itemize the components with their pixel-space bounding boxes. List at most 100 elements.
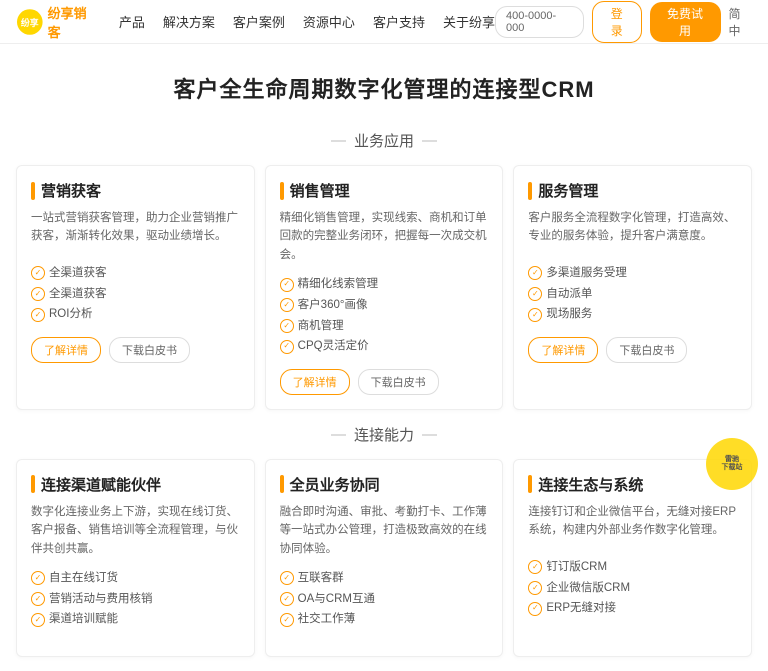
feature-item: OA与CRM互通 — [280, 589, 489, 610]
card-marketing-actions: 了解详情 下载白皮书 — [31, 337, 240, 363]
card-icon-bar — [280, 182, 284, 200]
card-channel-title: 连接渠道赋能伙伴 — [41, 474, 161, 495]
nav-menu: 产品 解决方案 客户案例 资源中心 客户支持 关于纷享 — [119, 12, 495, 31]
feature-item: 自动派单 — [528, 284, 737, 305]
nav-item-about[interactable]: 关于纷享 — [443, 12, 495, 31]
card-marketing-header: 营销获客 — [31, 180, 240, 201]
nav-phone: 400-0000-000 — [495, 6, 584, 38]
card-service-actions: 了解详情 下载白皮书 — [528, 337, 737, 363]
feature-item: CPQ灵活定价 — [280, 336, 489, 357]
feature-item: 精细化线索管理 — [280, 274, 489, 295]
whitepaper-button[interactable]: 下载白皮书 — [606, 337, 687, 363]
section1-title: 业务应用 — [0, 130, 768, 151]
feature-item: 商机管理 — [280, 316, 489, 337]
section1-title-text: 业务应用 — [354, 130, 414, 151]
card-collab: 全员业务协同 融合即时沟通、审批、考勤打卡、工作薄等一站式办公管理，打造极致高效… — [265, 459, 504, 657]
check-icon — [31, 287, 45, 301]
card-service-features: 多渠道服务受理 自动派单 现场服务 — [528, 263, 737, 325]
hero-section: 客户全生命周期数字化管理的连接型CRM — [0, 44, 768, 120]
detail-button[interactable]: 了解详情 — [31, 337, 101, 363]
watermark-badge: 雷驰下载站 — [706, 438, 758, 490]
logo-text: 纷享销客 — [48, 3, 99, 41]
card-collab-features: 互联客群 OA与CRM互通 社交工作薄 — [280, 568, 489, 630]
feature-item: 社交工作薄 — [280, 609, 489, 630]
feature-item: 企业微信版CRM — [528, 578, 737, 599]
card-icon-bar — [528, 475, 532, 493]
card-channel-desc: 数字化连接业务上下游，实现在线订货、客户报备、销售培训等全流程管理，与伙伴共创共… — [31, 503, 240, 558]
check-icon — [280, 340, 294, 354]
trial-button[interactable]: 免费试用 — [650, 2, 721, 42]
detail-button[interactable]: 了解详情 — [280, 369, 350, 395]
nav-item-resources[interactable]: 资源中心 — [303, 12, 355, 31]
nav-item-solution[interactable]: 解决方案 — [163, 12, 215, 31]
card-service-header: 服务管理 — [528, 180, 737, 201]
feature-item: 客户360°画像 — [280, 295, 489, 316]
card-icon-bar — [280, 475, 284, 493]
check-icon — [280, 278, 294, 292]
card-sales-features: 精细化线索管理 客户360°画像 商机管理 CPQ灵活定价 — [280, 274, 489, 357]
card-marketing: 营销获客 一站式营销获客管理，助力企业营销推广获客，渐渐转化效果，驱动业绩增长。… — [16, 165, 255, 410]
check-icon — [528, 602, 542, 616]
feature-item: 钉订版CRM — [528, 557, 737, 578]
card-marketing-desc: 一站式营销获客管理，助力企业营销推广获客，渐渐转化效果，驱动业绩增长。 — [31, 209, 240, 253]
card-sales-actions: 了解详情 下载白皮书 — [280, 369, 489, 395]
card-sales-header: 销售管理 — [280, 180, 489, 201]
card-channel-features: 自主在线订货 营销活动与费用核销 渠道培训赋能 — [31, 568, 240, 630]
feature-item: 渠道培训赋能 — [31, 609, 240, 630]
feature-item: 自主在线订货 — [31, 568, 240, 589]
whitepaper-button[interactable]: 下载白皮书 — [358, 369, 439, 395]
section2-title: 连接能力 — [0, 424, 768, 445]
card-ecosystem-features: 钉订版CRM 企业微信版CRM ERP无缝对接 — [528, 557, 737, 619]
nav-item-support[interactable]: 客户支持 — [373, 12, 425, 31]
check-icon — [528, 266, 542, 280]
logo-icon: 纷享 — [16, 8, 44, 36]
card-collab-desc: 融合即时沟通、审批、考勤打卡、工作薄等一站式办公管理，打造极致高效的在线协同体验… — [280, 503, 489, 558]
whitepaper-button[interactable]: 下载白皮书 — [109, 337, 190, 363]
check-icon — [31, 308, 45, 322]
check-icon — [528, 287, 542, 301]
check-icon — [31, 266, 45, 280]
feature-item: 互联客群 — [280, 568, 489, 589]
card-icon-bar — [31, 182, 35, 200]
check-icon — [280, 319, 294, 333]
card-marketing-features: 全渠道获客 全渠道获客 ROI分析 — [31, 263, 240, 325]
section2-title-text: 连接能力 — [354, 424, 414, 445]
feature-item: 营销活动与费用核销 — [31, 589, 240, 610]
nav-item-cases[interactable]: 客户案例 — [233, 12, 285, 31]
feature-item: ROI分析 — [31, 304, 240, 325]
cards-row2: 连接渠道赋能伙伴 数字化连接业务上下游，实现在线订货、客户报备、销售培训等全流程… — [0, 459, 768, 657]
cards-row1: 营销获客 一站式营销获客管理，助力企业营销推广获客，渐渐转化效果，驱动业绩增长。… — [0, 165, 768, 410]
card-collab-title: 全员业务协同 — [290, 474, 380, 495]
card-sales-desc: 精细化销售管理，实现线索、商机和订单回款的完整业务闭环，把握每一次成交机会。 — [280, 209, 489, 264]
card-channel-header: 连接渠道赋能伙伴 — [31, 474, 240, 495]
card-service-desc: 客户服务全流程数字化管理，打造高效、专业的服务体验，提升客户满意度。 — [528, 209, 737, 253]
svg-text:纷享: 纷享 — [21, 16, 39, 27]
feature-item: 现场服务 — [528, 304, 737, 325]
feature-item: 全渠道获客 — [31, 284, 240, 305]
feature-item: 全渠道获客 — [31, 263, 240, 284]
check-icon — [31, 613, 45, 627]
check-icon — [31, 571, 45, 585]
language-selector[interactable]: 简中 — [729, 5, 753, 39]
check-icon — [280, 298, 294, 312]
check-icon — [528, 560, 542, 574]
hero-title: 客户全生命周期数字化管理的连接型CRM — [0, 72, 768, 104]
logo[interactable]: 纷享 纷享销客 — [16, 3, 99, 41]
card-ecosystem-desc: 连接钉订和企业微信平台，无缝对接ERP系统，构建内外部业务作数字化管理。 — [528, 503, 737, 547]
card-channel: 连接渠道赋能伙伴 数字化连接业务上下游，实现在线订货、客户报备、销售培训等全流程… — [16, 459, 255, 657]
feature-item: ERP无缝对接 — [528, 598, 737, 619]
detail-button[interactable]: 了解详情 — [528, 337, 598, 363]
check-icon — [280, 592, 294, 606]
card-service-title: 服务管理 — [538, 180, 598, 201]
card-service: 服务管理 客户服务全流程数字化管理，打造高效、专业的服务体验，提升客户满意度。 … — [513, 165, 752, 410]
card-marketing-title: 营销获客 — [41, 180, 101, 201]
check-icon — [528, 308, 542, 322]
check-icon — [280, 571, 294, 585]
nav-item-product[interactable]: 产品 — [119, 12, 145, 31]
card-icon-bar — [528, 182, 532, 200]
card-ecosystem-title: 连接生态与系统 — [538, 474, 643, 495]
card-sales-title: 销售管理 — [290, 180, 350, 201]
login-button[interactable]: 登录 — [592, 1, 642, 43]
watermark: 雷驰下载站 — [706, 438, 758, 490]
check-icon — [528, 581, 542, 595]
